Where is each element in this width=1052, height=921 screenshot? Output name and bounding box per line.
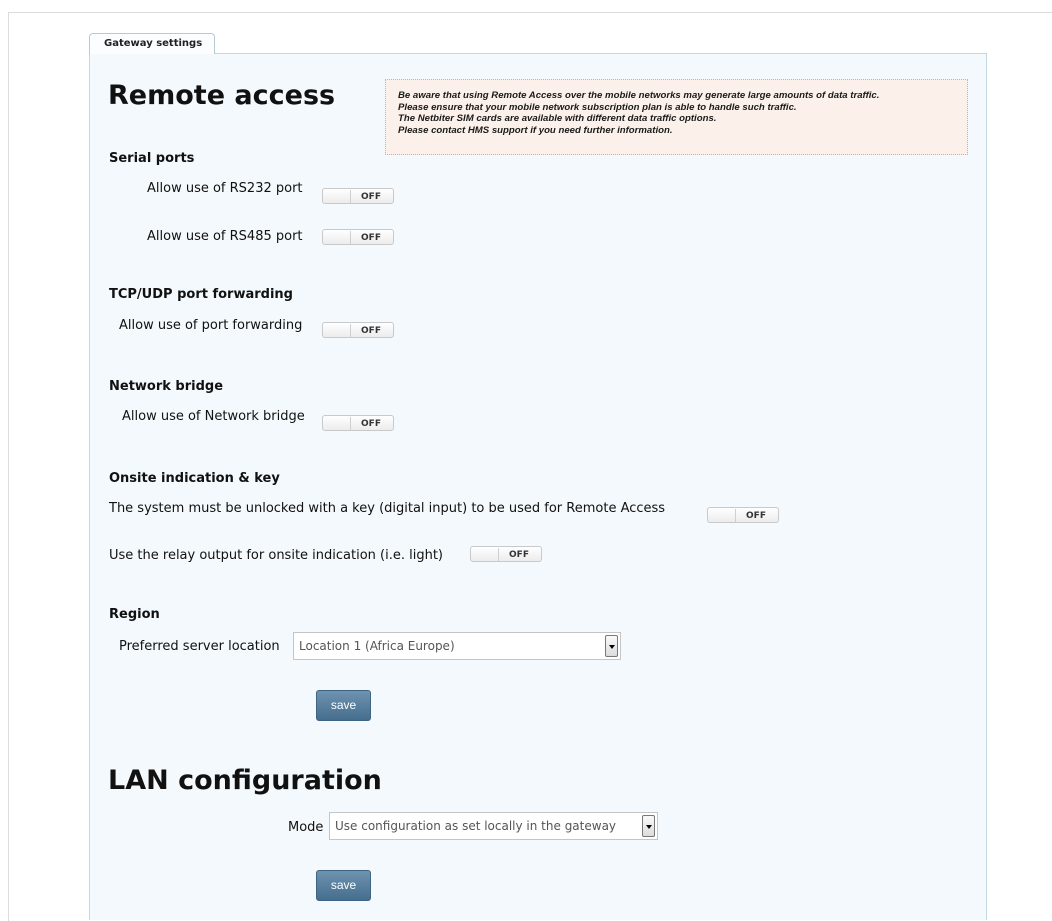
warning-line: Be aware that using Remote Access over t… <box>398 90 880 101</box>
lan-mode-select[interactable]: Use configuration as set locally in the … <box>329 812 658 840</box>
port-forwarding-label: Allow use of port forwarding <box>119 318 303 333</box>
chevron-down-icon[interactable] <box>605 635 618 657</box>
network-bridge-heading: Network bridge <box>109 379 224 394</box>
network-bridge-label: Allow use of Network bridge <box>122 409 305 424</box>
toggle-state: OFF <box>350 190 391 203</box>
rs485-label: Allow use of RS485 port <box>147 229 303 244</box>
onsite-heading: Onsite indication & key <box>109 471 280 486</box>
port-forwarding-heading: TCP/UDP port forwarding <box>109 287 293 302</box>
remote-access-save-button[interactable]: save <box>316 690 371 721</box>
tab-gateway-settings[interactable]: Gateway settings <box>89 33 216 54</box>
region-heading: Region <box>109 607 160 622</box>
toggle-state: OFF <box>350 231 391 244</box>
settings-panel: Remote access Be aware that using Remote… <box>89 53 987 920</box>
server-location-label: Preferred server location <box>119 639 280 654</box>
port-forwarding-toggle[interactable]: OFF <box>322 322 394 338</box>
warning-line: The Netbiter SIM cards are available wit… <box>398 113 717 124</box>
data-traffic-warning: Be aware that using Remote Access over t… <box>385 79 968 155</box>
relay-output-label: Use the relay output for onsite indicati… <box>109 548 443 563</box>
rs485-toggle[interactable]: OFF <box>322 229 394 245</box>
relay-output-toggle[interactable]: OFF <box>470 546 542 562</box>
toggle-state: OFF <box>350 417 391 430</box>
serial-ports-heading: Serial ports <box>109 151 195 166</box>
onsite-key-label: The system must be unlocked with a key (… <box>109 501 666 516</box>
server-location-select[interactable]: Location 1 (Africa Europe) <box>293 632 621 660</box>
rs232-toggle[interactable]: OFF <box>322 188 394 204</box>
warning-line: Please contact HMS support if you need f… <box>398 124 673 136</box>
warning-line: Please ensure that your mobile network s… <box>398 101 797 113</box>
network-bridge-toggle[interactable]: OFF <box>322 415 394 431</box>
server-location-value: Location 1 (Africa Europe) <box>299 639 455 653</box>
toggle-state: OFF <box>735 509 776 522</box>
onsite-key-toggle[interactable]: OFF <box>707 507 779 523</box>
chevron-down-icon[interactable] <box>642 815 655 837</box>
lan-mode-label: Mode <box>288 820 324 835</box>
toggle-state: OFF <box>350 324 391 337</box>
remote-access-title: Remote access <box>108 80 336 111</box>
lan-configuration-title: LAN configuration <box>108 765 382 796</box>
toggle-state: OFF <box>498 548 539 561</box>
lan-save-button[interactable]: save <box>316 870 371 901</box>
lan-mode-value: Use configuration as set locally in the … <box>335 819 617 833</box>
rs232-label: Allow use of RS232 port <box>147 181 303 196</box>
